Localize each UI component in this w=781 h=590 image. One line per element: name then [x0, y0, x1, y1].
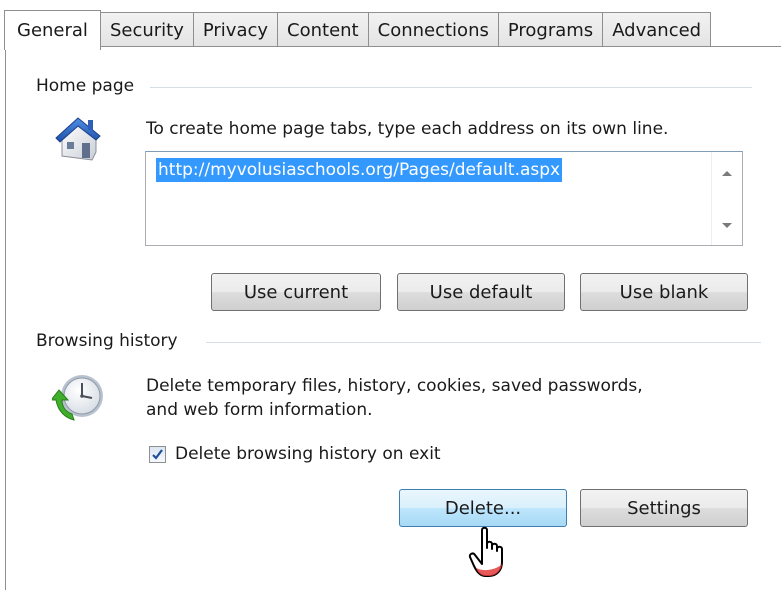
tab-connections-label: Connections [377, 20, 489, 41]
tab-content[interactable]: Content [277, 12, 369, 48]
internet-options-general-tab: General Security Privacy Content Connect… [0, 0, 781, 590]
tab-general[interactable]: General [4, 10, 101, 50]
home-page-description: To create home page tabs, type each addr… [146, 119, 669, 139]
tab-security[interactable]: Security [99, 12, 194, 48]
history-clock-icon [49, 370, 106, 429]
delete-on-exit-label[interactable]: Delete browsing history on exit [175, 442, 441, 466]
checkmark-icon [152, 449, 163, 460]
home-page-url-textarea[interactable]: http://myvolusiaschools.org/Pages/defaul… [145, 151, 743, 246]
settings-button[interactable]: Settings [580, 489, 748, 527]
tab-content-label: Content [287, 20, 359, 41]
use-default-button[interactable]: Use default [397, 273, 565, 311]
tab-connections[interactable]: Connections [367, 12, 499, 48]
tab-programs[interactable]: Programs [497, 12, 604, 48]
browsing-history-group-line [206, 342, 761, 343]
delete-button[interactable]: Delete... [399, 489, 567, 527]
browsing-history-group-title: Browsing history [36, 331, 186, 351]
tab-security-label: Security [109, 20, 184, 41]
hand-pointer-cursor-icon [468, 526, 512, 585]
tab-programs-label: Programs [507, 20, 594, 41]
use-current-button[interactable]: Use current [211, 273, 381, 311]
house-icon [52, 112, 104, 167]
tab-general-label: General [17, 20, 88, 41]
delete-on-exit-checkbox[interactable] [149, 446, 166, 463]
use-blank-button[interactable]: Use blank [580, 273, 748, 311]
home-page-group-title: Home page [36, 76, 143, 96]
tab-advanced[interactable]: Advanced [602, 12, 712, 48]
tab-strip: General Security Privacy Content Connect… [4, 10, 712, 50]
url-scrollbar[interactable] [711, 152, 742, 245]
tab-privacy-label: Privacy [202, 20, 269, 41]
browsing-history-description-line1: Delete temporary files, history, cookies… [146, 376, 643, 396]
home-page-url-text[interactable]: http://myvolusiaschools.org/Pages/defaul… [156, 158, 563, 182]
tab-advanced-label: Advanced [612, 20, 702, 41]
browsing-history-description-line2: and web form information. [146, 400, 373, 420]
scroll-up-icon[interactable] [722, 171, 732, 176]
scroll-down-icon[interactable] [722, 223, 732, 228]
home-page-group-line [150, 87, 752, 88]
tab-privacy[interactable]: Privacy [192, 12, 279, 48]
